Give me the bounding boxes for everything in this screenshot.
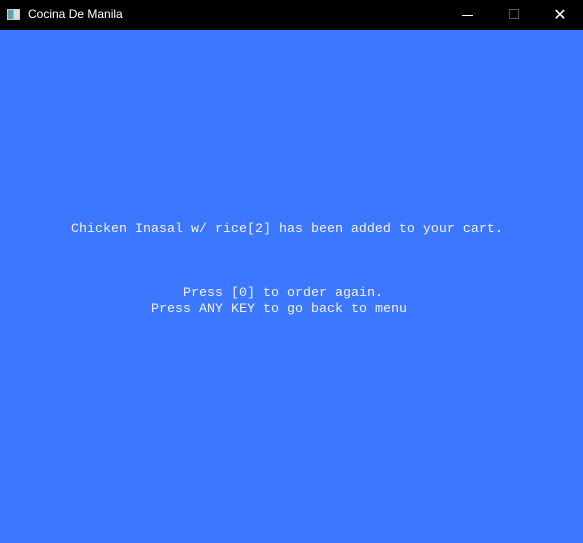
order-again-prompt: Press [0] to order again.: [183, 286, 383, 301]
added-to-cart-message: Chicken Inasal w/ rice[2] has been added…: [71, 222, 503, 237]
title-bar: Cocina De Manila ✕: [0, 0, 583, 30]
window-title: Cocina De Manila: [28, 7, 123, 21]
minimize-button[interactable]: [445, 0, 491, 30]
app-icon: [7, 9, 20, 20]
back-to-menu-prompt: Press ANY KEY to go back to menu: [151, 302, 407, 317]
close-button[interactable]: ✕: [537, 0, 583, 30]
maximize-button[interactable]: [491, 0, 537, 30]
